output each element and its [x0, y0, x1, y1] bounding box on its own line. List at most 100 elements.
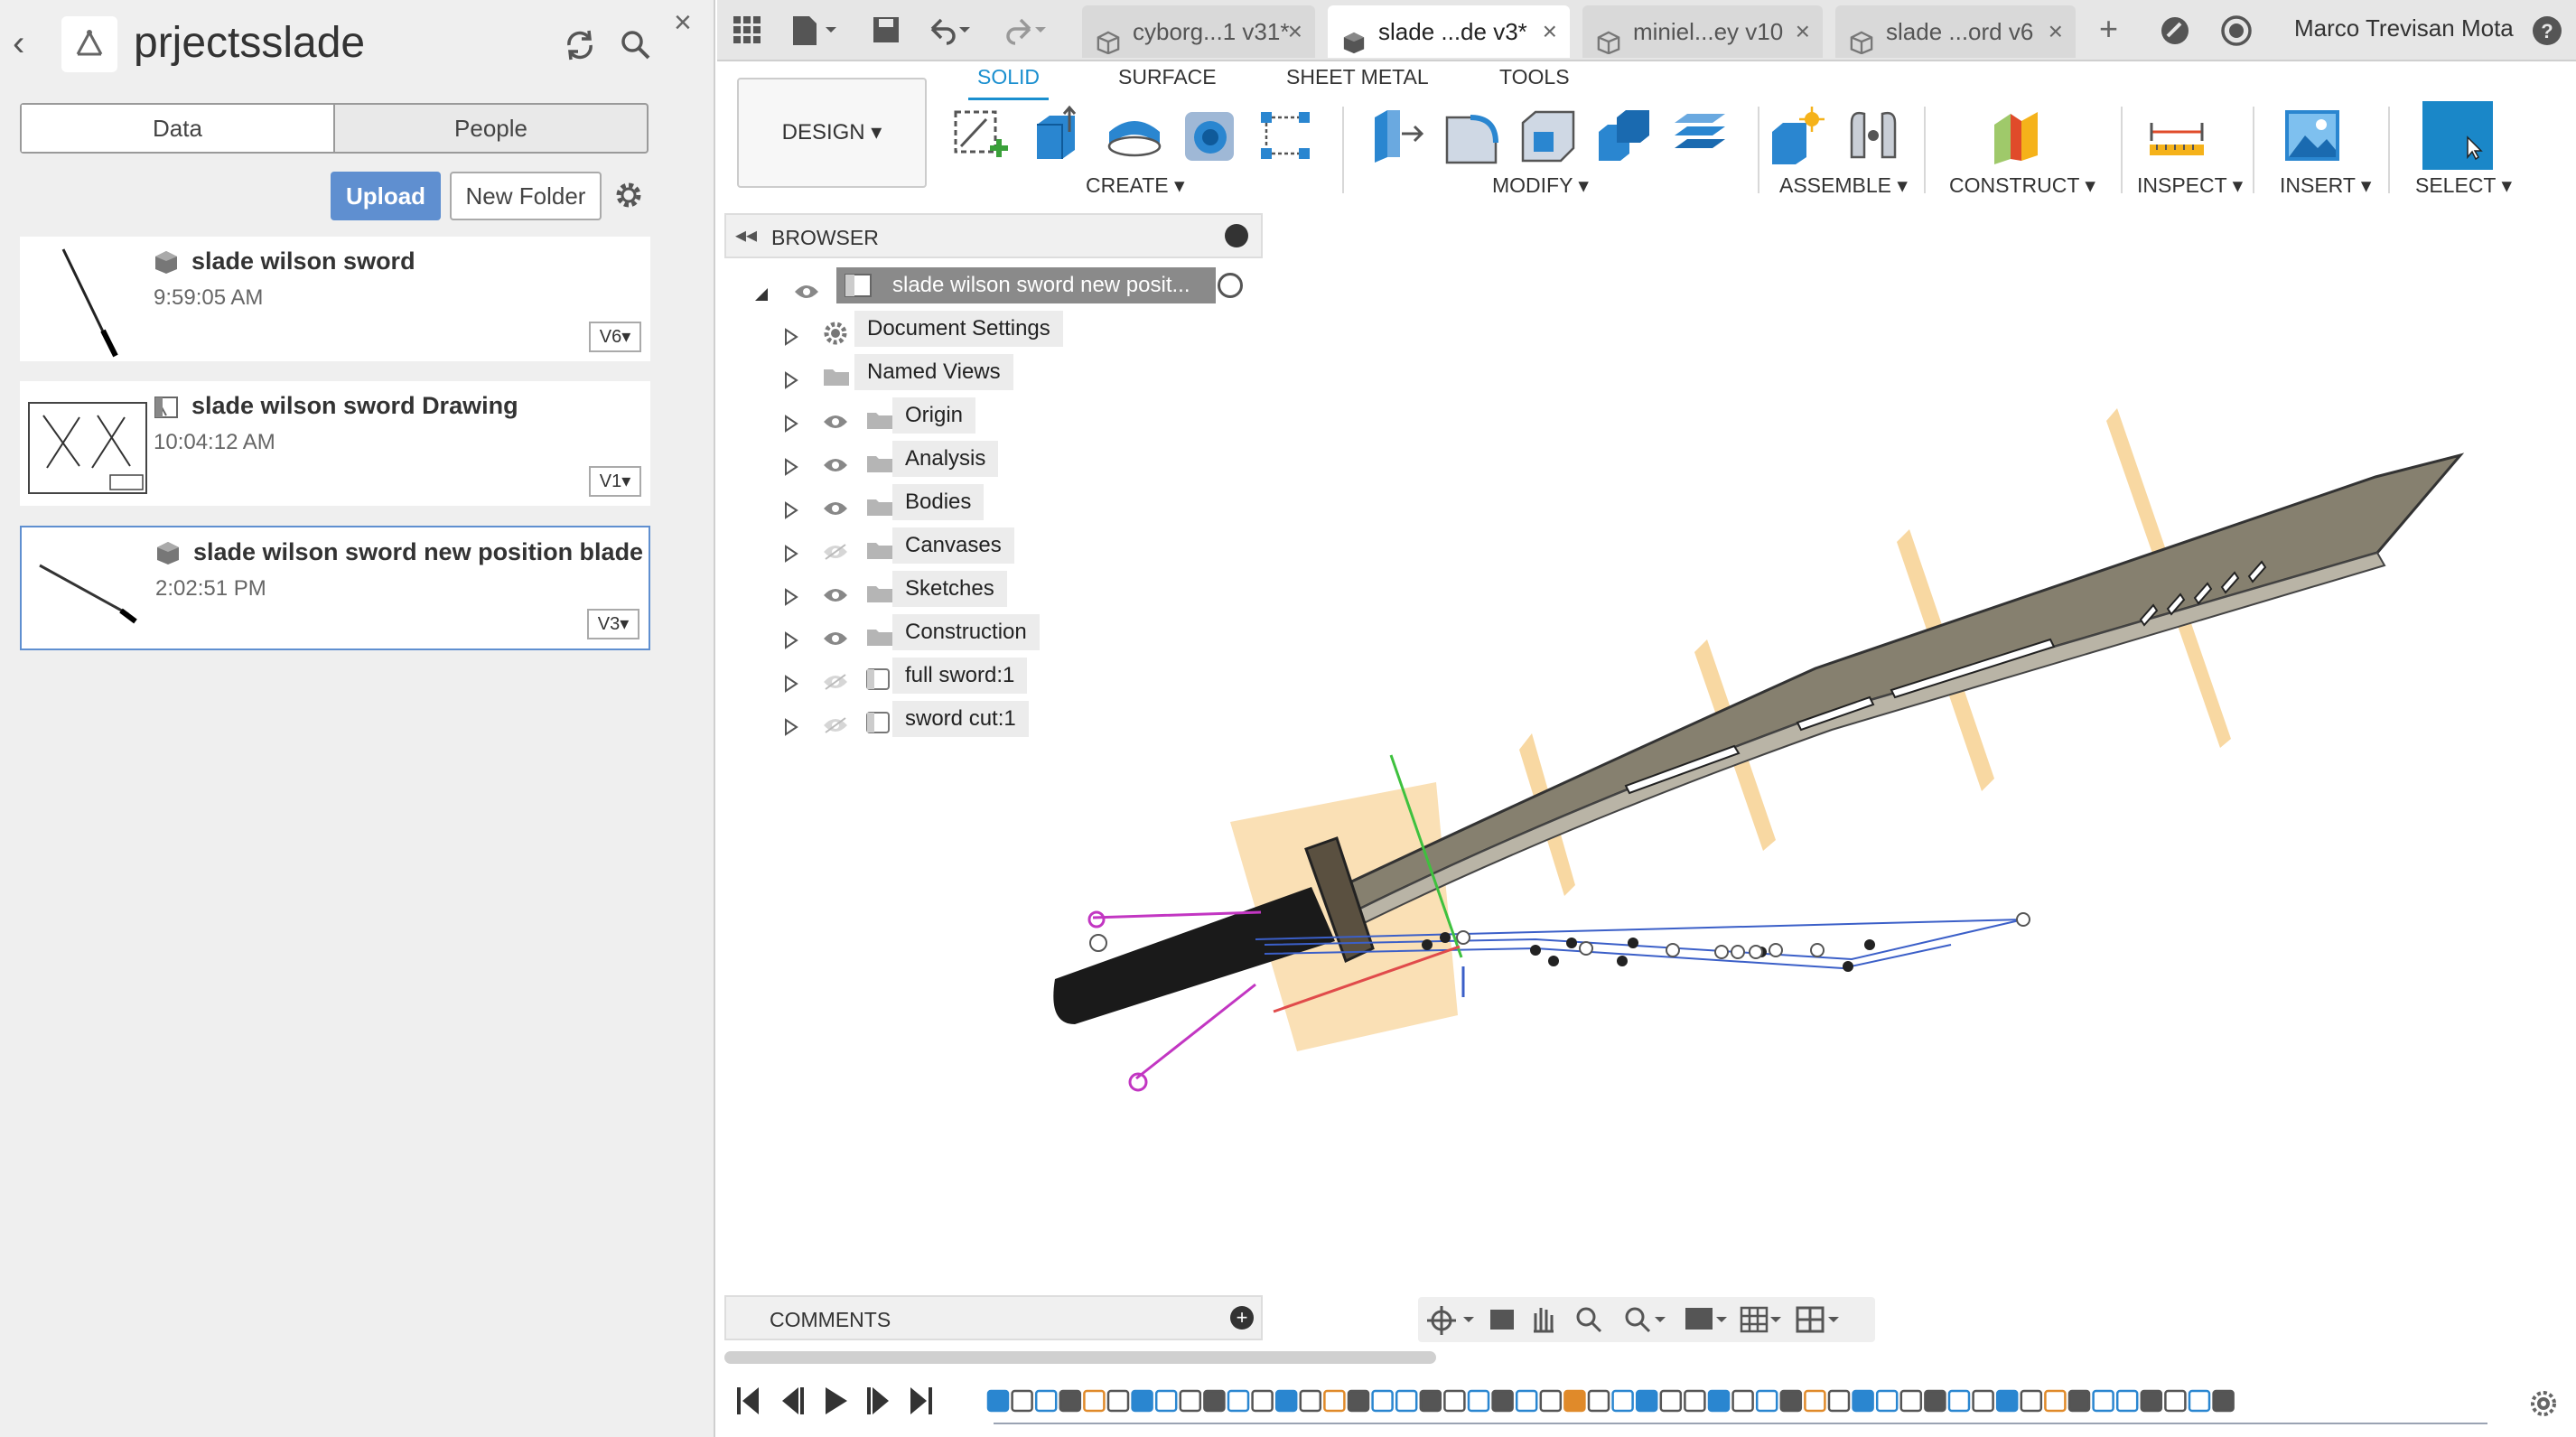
timeline-feature[interactable] [1251, 1389, 1274, 1413]
tree-item[interactable]: Document Settings [784, 311, 1254, 347]
timeline-feature[interactable] [1563, 1389, 1586, 1413]
timeline-feature[interactable] [1779, 1389, 1803, 1413]
eye-hidden-icon[interactable] [822, 710, 849, 746]
tree-item-label: Canvases [892, 527, 1014, 564]
timeline-feature[interactable] [1179, 1389, 1202, 1413]
tree-item[interactable]: Origin [784, 397, 1254, 434]
component-icon [865, 710, 891, 746]
timeline-feature[interactable] [1395, 1389, 1418, 1413]
browser-header[interactable]: ◂◂ BROWSER [724, 213, 1263, 258]
timeline-feature[interactable] [1274, 1389, 1298, 1413]
expand-arrow-icon[interactable] [784, 625, 798, 661]
timeline-feature[interactable] [1371, 1389, 1394, 1413]
tree-item[interactable]: Sketches [784, 571, 1254, 607]
timeline-feature[interactable] [1106, 1389, 1130, 1413]
timeline-feature[interactable] [1154, 1389, 1178, 1413]
timeline-feature[interactable] [1443, 1389, 1466, 1413]
timeline-feature[interactable] [1203, 1389, 1226, 1413]
add-comment-icon[interactable]: + [1230, 1306, 1254, 1330]
eye-hidden-icon[interactable] [822, 667, 849, 703]
timeline-feature[interactable] [1947, 1389, 1971, 1413]
timeline-feature[interactable] [1707, 1389, 1731, 1413]
eye-icon[interactable] [822, 623, 849, 659]
timeline-feature[interactable] [1539, 1389, 1563, 1413]
tree-item[interactable]: Named Views [784, 354, 1254, 390]
expand-arrow-icon[interactable] [784, 668, 798, 705]
navigation-toolbar [1418, 1297, 1875, 1342]
expand-arrow-icon[interactable] [784, 582, 798, 618]
comments-title: COMMENTS [770, 1308, 891, 1331]
timeline-feature[interactable] [1034, 1389, 1058, 1413]
timeline-feature[interactable] [1827, 1389, 1851, 1413]
tree-item[interactable]: Bodies [784, 484, 1254, 520]
timeline-feature[interactable] [1755, 1389, 1778, 1413]
timeline-feature[interactable] [2164, 1389, 2187, 1413]
expand-arrow-icon[interactable] [784, 538, 798, 574]
timeline-feature[interactable] [1804, 1389, 1826, 1413]
timeline-feature[interactable] [1995, 1389, 2019, 1413]
comments-panel[interactable]: COMMENTS + [724, 1295, 1263, 1340]
timeline-feature[interactable] [2212, 1389, 2235, 1413]
timeline-feature[interactable] [1635, 1389, 1658, 1413]
timeline-feature[interactable] [2067, 1389, 2091, 1413]
timeline-feature[interactable] [1419, 1389, 1442, 1413]
timeline-scrollbar[interactable] [724, 1351, 1436, 1364]
eye-icon[interactable] [822, 580, 849, 616]
tree-item[interactable]: Analysis [784, 441, 1254, 477]
timeline-feature[interactable] [1059, 1389, 1082, 1413]
eye-icon[interactable] [793, 276, 820, 313]
timeline-feature[interactable] [1972, 1389, 1994, 1413]
timeline-feature[interactable] [1899, 1389, 1923, 1413]
timeline-feature[interactable] [1299, 1389, 1322, 1413]
tree-item[interactable]: Construction [784, 614, 1254, 650]
timeline-feature[interactable] [2092, 1389, 2114, 1413]
expand-arrow-icon[interactable] [784, 712, 798, 748]
timeline-feature[interactable] [2115, 1389, 2139, 1413]
eye-icon[interactable] [822, 406, 849, 443]
timeline-feature[interactable] [1131, 1389, 1153, 1413]
timeline-feature[interactable] [1611, 1389, 1634, 1413]
sword-blade [1342, 453, 2465, 927]
tree-item[interactable]: Canvases [784, 527, 1254, 564]
eye-hidden-icon[interactable] [822, 537, 849, 573]
timeline-feature[interactable] [2140, 1389, 2163, 1413]
timeline-feature[interactable] [1467, 1389, 1490, 1413]
expand-arrow-icon[interactable] [784, 452, 798, 488]
timeline-feature[interactable] [1491, 1389, 1514, 1413]
tree-item[interactable]: sword cut:1 [784, 701, 1254, 737]
timeline-feature[interactable] [1659, 1389, 1683, 1413]
activate-radio-icon[interactable] [1218, 273, 1243, 298]
timeline-feature[interactable] [1852, 1389, 1874, 1413]
eye-icon[interactable] [822, 493, 849, 529]
timeline-feature[interactable] [2020, 1389, 2043, 1413]
timeline-feature[interactable] [1011, 1389, 1033, 1413]
timeline-feature[interactable] [2044, 1389, 2067, 1413]
timeline-feature[interactable] [1347, 1389, 1370, 1413]
fusion-window: ‹ prjectsslade × Data People Upload New … [0, 0, 2576, 1437]
timeline-feature[interactable] [1515, 1389, 1538, 1413]
expand-arrow-icon[interactable] [784, 495, 798, 531]
timeline-feature[interactable] [1924, 1389, 1946, 1413]
expand-arrow-icon[interactable] [784, 322, 798, 358]
timeline-feature[interactable] [1875, 1389, 1899, 1413]
tree-item[interactable]: full sword:1 [784, 658, 1254, 694]
collapse-arrow-icon[interactable] [753, 278, 770, 314]
collapse-browser-icon[interactable]: ◂◂ [735, 222, 757, 248]
timeline-feature[interactable] [2188, 1389, 2211, 1413]
model-viewport[interactable] [0, 0, 2576, 1437]
timeline-feature[interactable] [986, 1389, 1010, 1413]
timeline-feature[interactable] [1083, 1389, 1106, 1413]
tree-root[interactable]: slade wilson sword new posit... [753, 267, 1259, 303]
timeline-feature[interactable] [1684, 1389, 1706, 1413]
timeline-feature[interactable] [1587, 1389, 1610, 1413]
expand-arrow-icon[interactable] [784, 408, 798, 444]
browser-title: BROWSER [771, 226, 879, 249]
timeline-feature[interactable] [1323, 1389, 1346, 1413]
orbit-icon [1427, 1306, 1456, 1335]
eye-icon[interactable] [822, 450, 849, 486]
tree-root-label: slade wilson sword new posit... [836, 267, 1216, 303]
timeline-feature[interactable] [1227, 1389, 1250, 1413]
expand-arrow-icon[interactable] [784, 365, 798, 401]
timeline-feature[interactable] [1731, 1389, 1754, 1413]
browser-toggle-icon[interactable] [1225, 224, 1248, 247]
